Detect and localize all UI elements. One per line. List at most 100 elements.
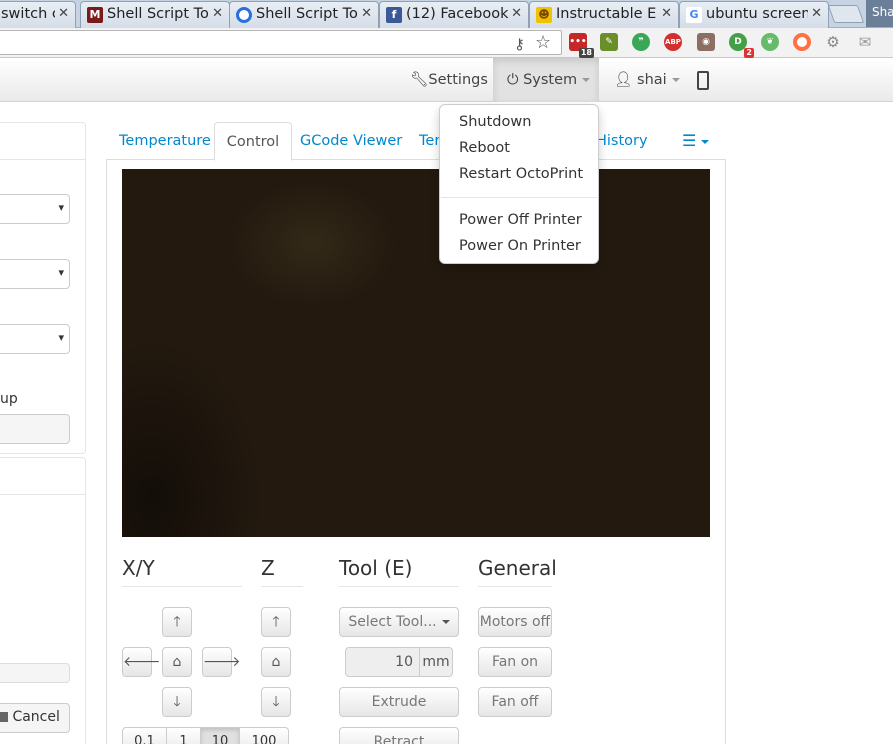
retract-button[interactable]: Retract xyxy=(339,727,459,744)
tab-title: ubuntu screen xyxy=(706,6,808,22)
close-icon[interactable]: ✕ xyxy=(58,6,69,21)
jog-x-plus-button[interactable]: 🡒︎ xyxy=(202,647,241,677)
tab-title: (12) Facebook xyxy=(406,6,508,22)
divider xyxy=(478,586,552,587)
gear-icon[interactable]: ⚙ xyxy=(824,33,842,51)
baudrate-select[interactable] xyxy=(0,259,70,289)
settings-menu[interactable]: 🔧︎Settings xyxy=(410,58,488,102)
google-icon: G xyxy=(686,7,702,23)
user-menu[interactable]: 👤︎ shai xyxy=(614,58,680,102)
stop-icon xyxy=(0,712,8,722)
instructables-icon: ☻ xyxy=(536,7,552,23)
chevron-down-icon xyxy=(441,620,450,624)
bookmark-star-icon[interactable]: ☆ xyxy=(535,32,551,53)
chevron-down-icon xyxy=(671,78,680,82)
chevron-down-icon xyxy=(701,140,710,144)
arrow-up-icon: 🡑︎ xyxy=(272,614,280,630)
progress-bar xyxy=(0,663,70,683)
extrude-amount-group: 10 mm xyxy=(345,647,453,677)
select-tool-dropdown[interactable]: Select Tool... xyxy=(339,607,459,637)
close-icon[interactable]: ✕ xyxy=(661,6,672,21)
home-z-button[interactable]: ⌂ xyxy=(261,647,291,677)
system-dropdown-menu: Shutdown Reboot Restart OctoPrint Power … xyxy=(439,104,599,264)
green-pencil-extension-icon[interactable]: ✎ xyxy=(600,33,618,51)
key-icon[interactable]: ⚷ xyxy=(514,35,525,53)
step-size-0-1[interactable]: 0.1 xyxy=(122,727,167,744)
jog-z-plus-button[interactable]: 🡑︎ xyxy=(261,607,291,637)
step-size-100[interactable]: 100 xyxy=(239,727,289,744)
mobile-icon[interactable] xyxy=(697,58,709,102)
general-heading: General xyxy=(478,556,557,580)
green-d-extension-icon[interactable]: D2 xyxy=(729,33,754,58)
menu-item-restart-octoprint[interactable]: Restart OctoPrint xyxy=(459,166,583,182)
orange-ring-extension-icon[interactable] xyxy=(793,33,811,51)
browser-tab-6[interactable]: G ubuntu screen ✕ xyxy=(679,1,829,28)
arrow-down-icon: 🡓︎ xyxy=(173,694,181,710)
step-size-10[interactable]: 10 xyxy=(200,727,240,744)
webcam-stream xyxy=(122,169,710,537)
system-menu[interactable]: ⏻ System xyxy=(493,58,599,102)
close-icon[interactable]: ✕ xyxy=(811,6,822,21)
fan-off-button[interactable]: Fan off xyxy=(478,687,552,717)
divider xyxy=(122,586,242,587)
tab-title: switch c xyxy=(1,6,55,22)
jog-y-plus-button[interactable]: 🡑︎ xyxy=(162,607,192,637)
close-icon[interactable]: ✕ xyxy=(361,6,372,21)
tab-title: Shell Script To xyxy=(256,6,358,22)
arrow-right-icon: 🡒︎ xyxy=(203,654,241,670)
tab-control[interactable]: Control xyxy=(214,122,292,161)
divider xyxy=(261,586,303,587)
extrude-button[interactable]: Extrude xyxy=(339,687,459,717)
menu-item-power-off-printer[interactable]: Power Off Printer xyxy=(459,212,582,228)
close-icon[interactable]: ✕ xyxy=(212,6,223,21)
home-icon: ⌂ xyxy=(172,654,182,670)
jog-z-minus-button[interactable]: 🡓︎ xyxy=(261,687,291,717)
m-logo-icon: M xyxy=(87,7,103,23)
jog-x-minus-button[interactable]: 🡐︎ xyxy=(122,647,161,677)
tab-timelapse-history[interactable]: History xyxy=(596,122,648,160)
arrow-left-icon: 🡐︎ xyxy=(123,654,161,670)
step-size-1[interactable]: 1 xyxy=(166,727,201,744)
menu-item-power-on-printer[interactable]: Power On Printer xyxy=(459,238,581,254)
browser-tab-5[interactable]: ☻ Instructable E ✕ xyxy=(529,1,679,28)
fan-on-button[interactable]: Fan on xyxy=(478,647,552,677)
tab-title: Instructable E xyxy=(556,6,657,22)
green-leaf-extension-icon[interactable]: ❦ xyxy=(761,33,779,51)
new-tab-button[interactable] xyxy=(827,5,865,23)
serial-port-select[interactable] xyxy=(0,194,70,224)
profile-button[interactable]: Sha xyxy=(866,0,893,27)
tab-temperature[interactable]: Temperature xyxy=(119,122,211,160)
printer-profile-select[interactable] xyxy=(0,324,70,354)
cancel-button[interactable]: Cancel xyxy=(0,703,70,733)
close-icon[interactable]: ✕ xyxy=(511,6,522,21)
tabs-overflow-menu[interactable]: ☰ xyxy=(682,122,710,160)
camera-extension-icon[interactable]: ◉ xyxy=(697,33,715,51)
adblock-extension-icon[interactable]: ABP xyxy=(664,33,682,51)
extrude-unit: mm xyxy=(419,647,453,677)
power-icon: ⏻ xyxy=(507,72,519,88)
menu-item-reboot[interactable]: Reboot xyxy=(459,140,510,156)
browser-tab-3[interactable]: Shell Script To ✕ xyxy=(229,1,379,28)
browser-tab-1[interactable]: switch c ✕ xyxy=(0,1,76,28)
hangouts-extension-icon[interactable]: ❞ xyxy=(632,33,650,51)
envelope-icon[interactable]: ✉ xyxy=(856,33,874,51)
tab-terminal[interactable]: Ter xyxy=(419,122,440,160)
user-label: shai xyxy=(637,72,667,88)
browser-tab-4[interactable]: f (12) Facebook ✕ xyxy=(379,1,529,28)
tab-gcode-viewer[interactable]: GCode Viewer xyxy=(300,122,402,160)
arrow-up-icon: 🡑︎ xyxy=(173,614,181,630)
menu-item-shutdown[interactable]: Shutdown xyxy=(459,114,531,130)
browser-tab-2[interactable]: M Shell Script To ✕ xyxy=(80,1,230,28)
jog-y-minus-button[interactable]: 🡓︎ xyxy=(162,687,192,717)
address-bar[interactable]: ⚷ ☆ xyxy=(0,30,562,55)
divider xyxy=(339,586,459,587)
chevron-down-icon xyxy=(582,78,591,82)
home-xy-button[interactable]: ⌂ xyxy=(162,647,192,677)
tool-heading: Tool (E) xyxy=(339,556,413,580)
motors-off-button[interactable]: Motors off xyxy=(478,607,552,637)
red-dots-extension-icon[interactable]: ••• 18 xyxy=(569,33,594,58)
connect-button[interactable] xyxy=(0,414,70,444)
system-label: System xyxy=(523,72,578,88)
xy-heading: X/Y xyxy=(122,556,155,580)
extrude-amount-input[interactable]: 10 xyxy=(345,647,420,677)
